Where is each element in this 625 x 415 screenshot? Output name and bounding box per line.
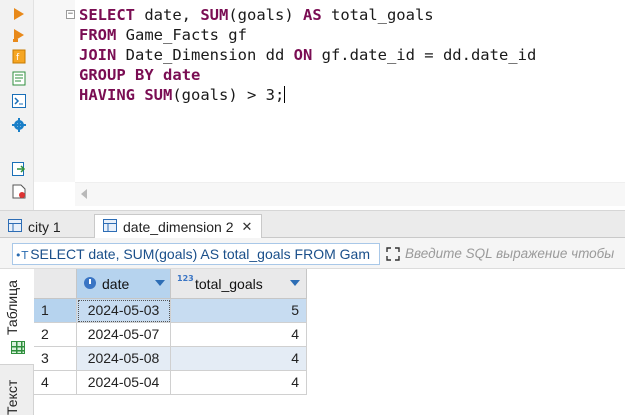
format-icon[interactable] [11, 70, 27, 86]
cell-total-goals[interactable]: 4 [171, 347, 307, 371]
execute-icon[interactable] [11, 6, 27, 22]
table-icon [8, 218, 22, 235]
code-line[interactable]: FROM Game_Facts gf [79, 25, 536, 45]
explain-icon[interactable]: f [11, 48, 27, 64]
tab-table-view[interactable]: Таблица [0, 269, 34, 365]
file-icon[interactable] [11, 183, 27, 199]
column-header-date[interactable]: date [77, 269, 171, 299]
results-grid: date 123 total_goals 1 2024-05-03 5 2 20… [34, 269, 625, 415]
code-line[interactable]: HAVING SUM(goals) > 3; [79, 85, 536, 105]
table-view-label: Таблица [4, 280, 20, 335]
sql-code[interactable]: SELECT date, SUM(goals) AS total_goals FR… [79, 5, 536, 105]
sql-keyword: AS [302, 6, 322, 24]
sql-editor[interactable]: f − SELECT date, SUM(goals) AS total_goa… [0, 0, 625, 210]
table-row[interactable]: 3 2024-05-08 4 [34, 347, 307, 371]
column-header-total-goals[interactable]: 123 total_goals [171, 269, 307, 299]
export-icon[interactable] [11, 161, 27, 177]
column-name: total_goals [195, 276, 263, 292]
table-row[interactable]: 4 2024-05-04 4 [34, 371, 307, 395]
sort-icon[interactable] [155, 280, 165, 286]
sql-keyword: FROM [79, 26, 117, 44]
sql-text: total_goals [321, 6, 434, 24]
console-icon[interactable] [11, 93, 27, 109]
execute-script-icon[interactable] [11, 27, 27, 43]
table-icon [103, 219, 117, 235]
filter-input[interactable]: Введите SQL выражение чтобы [405, 243, 625, 265]
tab-text-view[interactable]: Текст [4, 380, 20, 415]
code-line[interactable]: SELECT date, SUM(goals) AS total_goals [79, 5, 536, 25]
cell-date[interactable]: 2024-05-07 [77, 323, 171, 347]
editor-toolbar: f [0, 0, 34, 210]
row-number: 2 [34, 323, 77, 347]
view-mode-tabs: Таблица Текст [0, 269, 34, 415]
sql-keyword: ON [293, 46, 313, 64]
table-row[interactable]: 1 2024-05-03 5 [34, 299, 307, 323]
executed-query[interactable]: •T SELECT date, SUM(goals) AS total_goals… [12, 243, 380, 265]
clock-icon [84, 277, 96, 289]
cell-total-goals[interactable]: 4 [171, 371, 307, 395]
row-number: 1 [34, 299, 77, 323]
sql-keyword: HAVING [79, 86, 135, 104]
sql-keyword: JOIN [79, 46, 117, 64]
row-number: 4 [34, 371, 77, 395]
cell-date[interactable]: 2024-05-03 [77, 299, 171, 323]
sort-icon[interactable] [290, 280, 300, 286]
column-name: date [102, 276, 130, 292]
cell-total-goals[interactable]: 4 [171, 323, 307, 347]
sql-keyword: date [163, 66, 201, 84]
fold-toggle[interactable]: − [66, 10, 75, 19]
cell-date[interactable]: 2024-05-08 [77, 347, 171, 371]
cell-total-goals[interactable]: 5 [171, 299, 307, 323]
tab-date-dimension-2[interactable]: date_dimension 2 ✕ [94, 214, 262, 239]
sql-keyword: SELECT [79, 6, 135, 24]
sql-keyword: BY [135, 66, 154, 84]
grid-icon [11, 341, 25, 354]
row-number-header[interactable] [34, 269, 77, 299]
text-cursor [284, 86, 286, 103]
results-tab-bar: city 1 date_dimension 2 ✕ [0, 210, 625, 239]
settings-icon[interactable] [11, 117, 27, 133]
number-type-icon: 123 [177, 274, 194, 283]
tab-label: date_dimension 2 [123, 219, 234, 235]
sql-keyword: SUM [200, 6, 229, 24]
sql-keyword: SUM [144, 86, 173, 104]
sql-text: (goals) > 3; [172, 86, 285, 104]
close-icon[interactable]: ✕ [242, 219, 253, 235]
cell-date[interactable]: 2024-05-04 [77, 371, 171, 395]
sql-text: date, [135, 6, 201, 24]
tab-city-1[interactable]: city 1 [0, 214, 92, 239]
horizontal-scrollbar[interactable] [75, 182, 625, 206]
scroll-left-icon[interactable] [81, 189, 87, 199]
sql-keyword: GROUP [79, 66, 126, 84]
table-row[interactable]: 2 2024-05-07 4 [34, 323, 307, 347]
code-line[interactable]: JOIN Date_Dimension dd ON gf.date_id = d… [79, 45, 536, 65]
tab-label: city 1 [28, 218, 61, 235]
query-text: SELECT date, SUM(goals) AS total_goals F… [30, 246, 370, 262]
expand-icon[interactable] [386, 247, 400, 261]
sql-text: gf.date_id = dd.date_id [312, 46, 537, 64]
line-gutter [34, 0, 75, 182]
sql-text: Date_Dimension dd [116, 46, 294, 64]
code-line[interactable]: GROUP BY date [79, 65, 536, 85]
sql-text: (goals) [228, 6, 303, 24]
sql-icon: •T [15, 249, 29, 262]
query-filter-bar: •T SELECT date, SUM(goals) AS total_goals… [0, 238, 625, 269]
dbeaver-window: f − SELECT date, SUM(goals) AS total_goa… [0, 0, 625, 415]
sql-text: Game_Facts gf [116, 26, 247, 44]
row-number: 3 [34, 347, 77, 371]
